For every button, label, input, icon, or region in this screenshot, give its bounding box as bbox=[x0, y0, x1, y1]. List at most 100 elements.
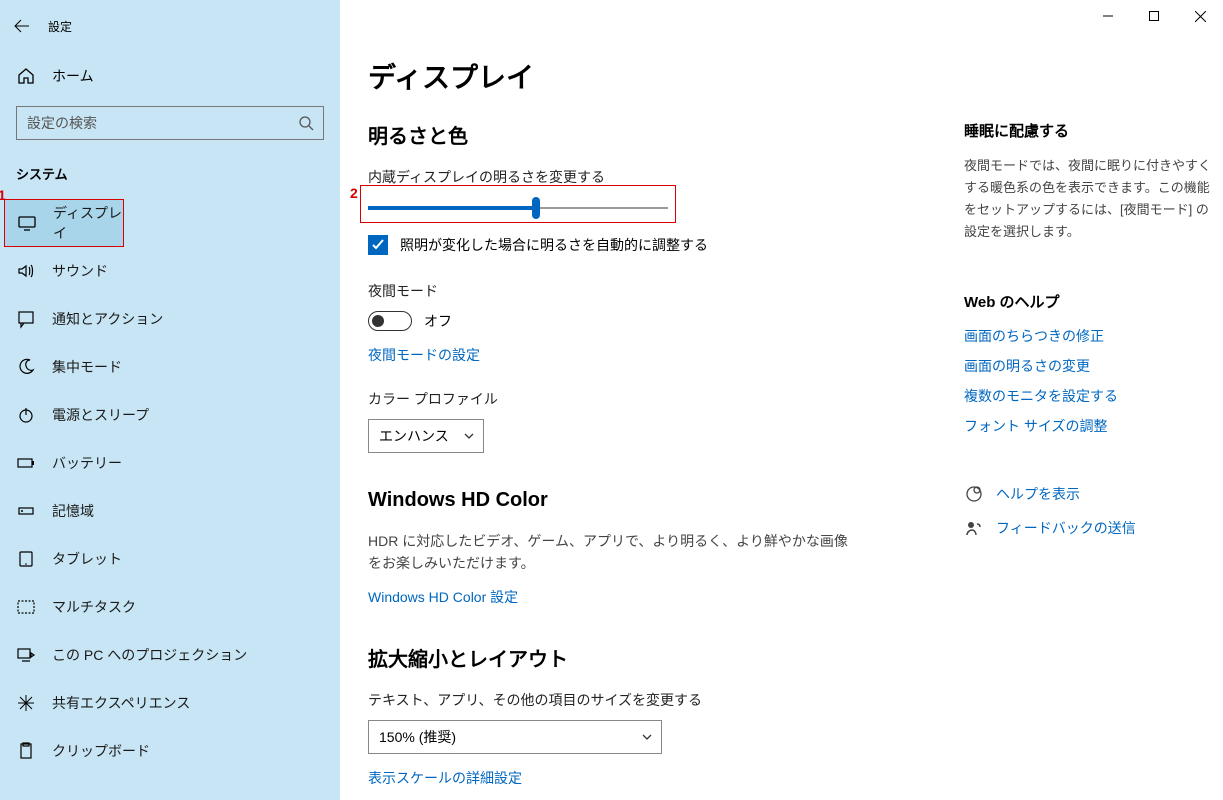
slider-thumb[interactable] bbox=[532, 197, 540, 219]
home-label: ホーム bbox=[52, 66, 94, 86]
night-mode-toggle[interactable] bbox=[368, 311, 412, 331]
section-brightness-header: 明るさと色 bbox=[368, 120, 928, 149]
notifications-icon bbox=[16, 309, 36, 329]
clipboard-icon bbox=[16, 741, 36, 761]
scale-value: 150% (推奨) bbox=[379, 727, 456, 747]
page-title: ディスプレイ bbox=[368, 56, 1223, 96]
web-help-link[interactable]: 画面の明るさの変更 bbox=[964, 356, 1220, 376]
maximize-button[interactable] bbox=[1131, 0, 1177, 32]
search-box[interactable] bbox=[16, 106, 324, 140]
sidebar-item-storage[interactable]: 記憶域 bbox=[0, 487, 340, 535]
feedback-link[interactable]: フィードバックの送信 bbox=[964, 518, 1220, 538]
annotation-marker-2: 2 bbox=[350, 185, 358, 201]
sidebar-item-label: バッテリー bbox=[52, 453, 122, 473]
web-help-link[interactable]: フォント サイズの調整 bbox=[964, 416, 1220, 436]
color-profile-select[interactable]: エンハンス bbox=[368, 419, 484, 453]
nav-group-label: システム bbox=[0, 156, 340, 199]
help-icon bbox=[964, 484, 984, 504]
power-icon bbox=[16, 405, 36, 425]
hd-settings-link[interactable]: Windows HD Color 設定 bbox=[368, 587, 928, 607]
color-profile-label: カラー プロファイル bbox=[368, 389, 928, 409]
sidebar-item-label: 通知とアクション bbox=[52, 309, 163, 329]
sidebar-item-label: 共有エクスペリエンス bbox=[52, 693, 190, 713]
sidebar-item-label: この PC へのプロジェクション bbox=[52, 645, 247, 665]
home-icon bbox=[16, 66, 36, 86]
auto-brightness-checkbox-row[interactable]: 照明が変化した場合に明るさを自動的に調整する bbox=[368, 235, 928, 255]
sleep-paragraph: 夜間モードでは、夜間に眠りに付きやすくする暖色系の色を表示できます。この機能をセ… bbox=[964, 155, 1220, 243]
night-mode-label: 夜間モード bbox=[368, 281, 928, 301]
brightness-label: 内蔵ディスプレイの明るさを変更する bbox=[368, 167, 928, 187]
annotation-marker-1: 1 bbox=[0, 187, 6, 203]
minimize-button[interactable] bbox=[1085, 0, 1131, 32]
nav-list: 1 ディスプレイ サウンド 通知とアクション 集中モード 電源とスリープ バッテ… bbox=[0, 199, 340, 775]
sidebar-item-label: マルチタスク bbox=[52, 597, 136, 617]
content-area: ディスプレイ 明るさと色 内蔵ディスプレイの明るさを変更する 2 照明が変化した… bbox=[340, 0, 1223, 800]
sidebar-item-display[interactable]: ディスプレイ bbox=[4, 199, 124, 247]
storage-icon bbox=[16, 501, 36, 521]
tablet-icon bbox=[16, 549, 36, 569]
back-button[interactable] bbox=[0, 8, 44, 44]
minimize-icon bbox=[1103, 11, 1113, 21]
display-icon bbox=[17, 213, 37, 233]
focus-icon bbox=[16, 357, 36, 377]
checkbox-checked-icon[interactable] bbox=[368, 235, 388, 255]
arrow-left-icon bbox=[14, 18, 30, 34]
section-hd-header: Windows HD Color bbox=[368, 489, 928, 512]
search-input[interactable] bbox=[16, 106, 324, 140]
sidebar-item-label: 集中モード bbox=[52, 357, 122, 377]
maximize-icon bbox=[1149, 11, 1159, 21]
sidebar-item-label: 電源とスリープ bbox=[52, 405, 149, 425]
web-help-title: Web のヘルプ bbox=[964, 291, 1220, 312]
feedback-icon bbox=[964, 518, 984, 538]
scale-label: テキスト、アプリ、その他の項目のサイズを変更する bbox=[368, 690, 928, 710]
multitask-icon bbox=[16, 597, 36, 617]
sidebar-item-label: ディスプレイ bbox=[53, 203, 123, 243]
close-button[interactable] bbox=[1177, 0, 1223, 32]
hd-description: HDR に対応したビデオ、ゲーム、アプリで、より明るく、より鮮やかな画像をお楽し… bbox=[368, 530, 848, 575]
app-title: 設定 bbox=[48, 18, 72, 35]
sidebar-item-sound[interactable]: サウンド bbox=[0, 247, 340, 295]
home-nav[interactable]: ホーム bbox=[0, 52, 340, 100]
sidebar-item-tablet[interactable]: タブレット bbox=[0, 535, 340, 583]
auto-brightness-label: 照明が変化した場合に明るさを自動的に調整する bbox=[400, 235, 708, 255]
close-icon bbox=[1195, 11, 1206, 22]
web-help-link[interactable]: 複数のモニタを設定する bbox=[964, 386, 1220, 406]
brightness-slider[interactable] bbox=[368, 197, 668, 219]
get-help-label: ヘルプを表示 bbox=[996, 484, 1080, 504]
color-profile-value: エンハンス bbox=[379, 426, 449, 446]
night-mode-state: オフ bbox=[424, 311, 452, 331]
titlebar-left: 設定 bbox=[0, 8, 340, 44]
night-mode-settings-link[interactable]: 夜間モードの設定 bbox=[368, 345, 928, 365]
web-help-links: 画面のちらつきの修正 画面の明るさの変更 複数のモニタを設定する フォント サイ… bbox=[964, 326, 1220, 436]
sidebar-item-multitask[interactable]: マルチタスク bbox=[0, 583, 340, 631]
sidebar-item-projection[interactable]: この PC へのプロジェクション bbox=[0, 631, 340, 679]
slider-fill bbox=[368, 206, 536, 210]
section-layout-header: 拡大縮小とレイアウト bbox=[368, 643, 928, 672]
scale-advanced-link[interactable]: 表示スケールの詳細設定 bbox=[368, 768, 928, 788]
window-controls bbox=[1085, 0, 1223, 32]
sidebar-item-label: 記憶域 bbox=[52, 501, 94, 521]
chevron-down-icon bbox=[463, 430, 475, 442]
annotation-box-2 bbox=[360, 185, 676, 223]
battery-icon bbox=[16, 453, 36, 473]
share-icon bbox=[16, 693, 36, 713]
sidebar-item-shared[interactable]: 共有エクスペリエンス bbox=[0, 679, 340, 727]
scale-select[interactable]: 150% (推奨) bbox=[368, 720, 662, 754]
sidebar: 設定 ホーム システム 1 ディスプレイ サウンド 通知とアクション bbox=[0, 0, 340, 800]
sidebar-item-label: サウンド bbox=[52, 261, 108, 281]
get-help-link[interactable]: ヘルプを表示 bbox=[964, 484, 1220, 504]
main-column: 明るさと色 内蔵ディスプレイの明るさを変更する 2 照明が変化した場合に明るさを… bbox=[368, 120, 928, 788]
sidebar-item-notifications[interactable]: 通知とアクション bbox=[0, 295, 340, 343]
feedback-label: フィードバックの送信 bbox=[996, 518, 1136, 538]
sidebar-item-focus[interactable]: 集中モード bbox=[0, 343, 340, 391]
sidebar-item-battery[interactable]: バッテリー bbox=[0, 439, 340, 487]
aside-column: 睡眠に配慮する 夜間モードでは、夜間に眠りに付きやすくする暖色系の色を表示できま… bbox=[964, 120, 1220, 788]
web-help-link[interactable]: 画面のちらつきの修正 bbox=[964, 326, 1220, 346]
sleep-title: 睡眠に配慮する bbox=[964, 120, 1220, 141]
sidebar-item-clipboard[interactable]: クリップボード bbox=[0, 727, 340, 775]
search-icon bbox=[298, 115, 314, 131]
projection-icon bbox=[16, 645, 36, 665]
sidebar-item-label: クリップボード bbox=[52, 741, 150, 761]
sidebar-item-label: タブレット bbox=[52, 549, 122, 569]
sidebar-item-power[interactable]: 電源とスリープ bbox=[0, 391, 340, 439]
